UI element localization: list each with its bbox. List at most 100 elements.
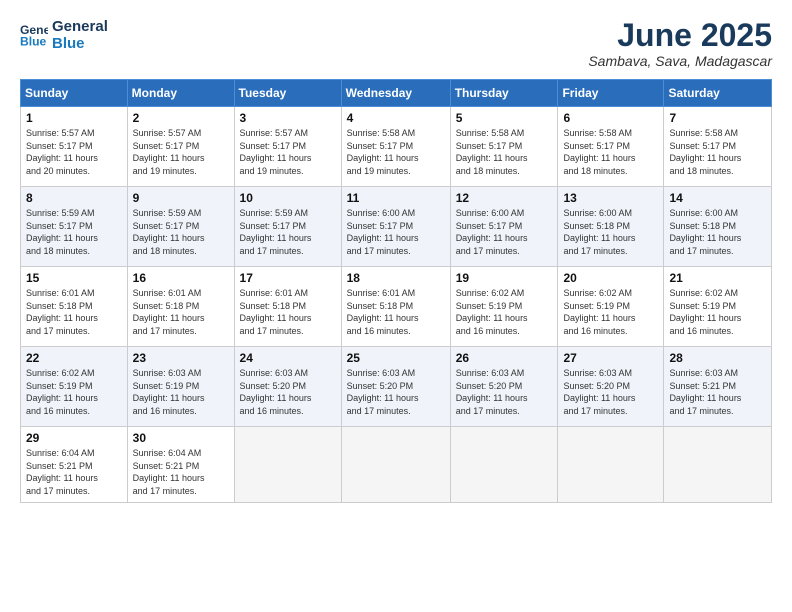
day-info: Sunrise: 6:04 AMSunset: 5:21 PMDaylight:… (133, 447, 229, 497)
table-row: 15 Sunrise: 6:01 AMSunset: 5:18 PMDayligh… (21, 267, 128, 347)
day-number: 13 (563, 191, 658, 205)
day-info: Sunrise: 6:02 AMSunset: 5:19 PMDaylight:… (26, 367, 122, 417)
svg-text:Blue: Blue (20, 35, 47, 49)
col-monday: Monday (127, 80, 234, 107)
day-number: 24 (240, 351, 336, 365)
day-info: Sunrise: 6:04 AMSunset: 5:21 PMDaylight:… (26, 447, 122, 497)
day-number: 27 (563, 351, 658, 365)
table-row: 29 Sunrise: 6:04 AMSunset: 5:21 PMDayligh… (21, 427, 128, 502)
day-info: Sunrise: 6:00 AMSunset: 5:18 PMDaylight:… (669, 207, 766, 257)
table-row: 10 Sunrise: 5:59 AMSunset: 5:17 PMDayligh… (234, 187, 341, 267)
day-info: Sunrise: 6:03 AMSunset: 5:20 PMDaylight:… (240, 367, 336, 417)
table-row: 24 Sunrise: 6:03 AMSunset: 5:20 PMDayligh… (234, 347, 341, 427)
table-row: 16 Sunrise: 6:01 AMSunset: 5:18 PMDayligh… (127, 267, 234, 347)
table-row (234, 427, 341, 502)
day-info: Sunrise: 6:03 AMSunset: 5:20 PMDaylight:… (347, 367, 445, 417)
day-number: 21 (669, 271, 766, 285)
day-info: Sunrise: 6:00 AMSunset: 5:18 PMDaylight:… (563, 207, 658, 257)
table-row: 27 Sunrise: 6:03 AMSunset: 5:20 PMDayligh… (558, 347, 664, 427)
table-row: 23Sunrise: 6:03 AMSunset: 5:19 PMDayligh… (127, 347, 234, 427)
day-number: 30 (133, 431, 229, 445)
day-number: 6 (563, 111, 658, 125)
page: General Blue General Blue June 2025 Samb… (0, 0, 792, 612)
day-number: 23 (133, 351, 229, 365)
table-row: 8Sunrise: 5:59 AMSunset: 5:17 PMDaylight… (21, 187, 128, 267)
day-info: Sunrise: 6:01 AMSunset: 5:18 PMDaylight:… (26, 287, 122, 337)
day-number: 16 (133, 271, 229, 285)
day-number: 20 (563, 271, 658, 285)
day-info: Sunrise: 5:57 AMSunset: 5:17 PMDaylight:… (240, 127, 336, 177)
day-number: 25 (347, 351, 445, 365)
day-info: Sunrise: 5:57 AMSunset: 5:17 PMDaylight:… (133, 127, 229, 177)
day-info: Sunrise: 5:57 AMSunset: 5:17 PMDaylight:… (26, 127, 122, 177)
table-row: 25 Sunrise: 6:03 AMSunset: 5:20 PMDayligh… (341, 347, 450, 427)
day-number: 28 (669, 351, 766, 365)
day-info: Sunrise: 6:03 AMSunset: 5:20 PMDaylight:… (456, 367, 553, 417)
col-thursday: Thursday (450, 80, 558, 107)
day-number: 3 (240, 111, 336, 125)
table-row: 1 Sunrise: 5:57 AMSunset: 5:17 PMDaylight… (21, 107, 128, 187)
logo-line1: General (52, 18, 108, 35)
table-row: 18Sunrise: 6:01 AMSunset: 5:18 PMDayligh… (341, 267, 450, 347)
calendar-table: Sunday Monday Tuesday Wednesday Thursday… (20, 79, 772, 502)
table-row: 6 Sunrise: 5:58 AMSunset: 5:17 PMDaylight… (558, 107, 664, 187)
logo: General Blue General Blue (20, 18, 108, 53)
col-tuesday: Tuesday (234, 80, 341, 107)
header: General Blue General Blue June 2025 Samb… (20, 18, 772, 69)
day-info: Sunrise: 5:59 AMSunset: 5:17 PMDaylight:… (240, 207, 336, 257)
day-info: Sunrise: 5:58 AMSunset: 5:17 PMDaylight:… (347, 127, 445, 177)
table-row: 12 Sunrise: 6:00 AMSunset: 5:17 PMDayligh… (450, 187, 558, 267)
day-info: Sunrise: 5:58 AMSunset: 5:17 PMDaylight:… (563, 127, 658, 177)
table-row: 5 Sunrise: 5:58 AMSunset: 5:17 PMDaylight… (450, 107, 558, 187)
month-title: June 2025 (588, 18, 772, 53)
day-number: 26 (456, 351, 553, 365)
day-number: 15 (26, 271, 122, 285)
table-row (664, 427, 772, 502)
day-number: 7 (669, 111, 766, 125)
day-info: Sunrise: 5:59 AMSunset: 5:17 PMDaylight:… (26, 207, 122, 257)
day-info: Sunrise: 6:01 AMSunset: 5:18 PMDaylight:… (347, 287, 445, 337)
day-info: Sunrise: 5:58 AMSunset: 5:17 PMDaylight:… (669, 127, 766, 177)
table-row: 17Sunrise: 6:01 AMSunset: 5:18 PMDayligh… (234, 267, 341, 347)
logo-line2: Blue (52, 35, 108, 52)
day-info: Sunrise: 6:03 AMSunset: 5:21 PMDaylight:… (669, 367, 766, 417)
day-number: 11 (347, 191, 445, 205)
day-number: 10 (240, 191, 336, 205)
day-info: Sunrise: 5:58 AMSunset: 5:17 PMDaylight:… (456, 127, 553, 177)
table-row: 2 Sunrise: 5:57 AMSunset: 5:17 PMDaylight… (127, 107, 234, 187)
day-number: 9 (133, 191, 229, 205)
day-info: Sunrise: 6:02 AMSunset: 5:19 PMDaylight:… (669, 287, 766, 337)
day-number: 19 (456, 271, 553, 285)
day-number: 14 (669, 191, 766, 205)
table-row: 4 Sunrise: 5:58 AMSunset: 5:17 PMDaylight… (341, 107, 450, 187)
day-info: Sunrise: 6:02 AMSunset: 5:19 PMDaylight:… (456, 287, 553, 337)
col-sunday: Sunday (21, 80, 128, 107)
day-info: Sunrise: 6:00 AMSunset: 5:17 PMDaylight:… (456, 207, 553, 257)
title-block: June 2025 Sambava, Sava, Madagascar (588, 18, 772, 69)
col-saturday: Saturday (664, 80, 772, 107)
day-info: Sunrise: 6:01 AMSunset: 5:18 PMDaylight:… (133, 287, 229, 337)
day-info: Sunrise: 6:00 AMSunset: 5:17 PMDaylight:… (347, 207, 445, 257)
day-number: 22 (26, 351, 122, 365)
day-number: 4 (347, 111, 445, 125)
logo-icon: General Blue (20, 21, 48, 49)
col-friday: Friday (558, 80, 664, 107)
table-row: 28 Sunrise: 6:03 AMSunset: 5:21 PMDayligh… (664, 347, 772, 427)
day-number: 1 (26, 111, 122, 125)
table-row: 20 Sunrise: 6:02 AMSunset: 5:19 PMDayligh… (558, 267, 664, 347)
day-number: 2 (133, 111, 229, 125)
table-row (450, 427, 558, 502)
day-info: Sunrise: 6:03 AMSunset: 5:20 PMDaylight:… (563, 367, 658, 417)
calendar-header-row: Sunday Monday Tuesday Wednesday Thursday… (21, 80, 772, 107)
table-row: 7 Sunrise: 5:58 AMSunset: 5:17 PMDaylight… (664, 107, 772, 187)
location: Sambava, Sava, Madagascar (588, 53, 772, 69)
table-row: 21 Sunrise: 6:02 AMSunset: 5:19 PMDayligh… (664, 267, 772, 347)
table-row: 11 Sunrise: 6:00 AMSunset: 5:17 PMDayligh… (341, 187, 450, 267)
day-number: 12 (456, 191, 553, 205)
day-number: 5 (456, 111, 553, 125)
day-info: Sunrise: 6:02 AMSunset: 5:19 PMDaylight:… (563, 287, 658, 337)
day-info: Sunrise: 5:59 AMSunset: 5:17 PMDaylight:… (133, 207, 229, 257)
table-row: 22 Sunrise: 6:02 AMSunset: 5:19 PMDayligh… (21, 347, 128, 427)
day-number: 29 (26, 431, 122, 445)
table-row: 26 Sunrise: 6:03 AMSunset: 5:20 PMDayligh… (450, 347, 558, 427)
